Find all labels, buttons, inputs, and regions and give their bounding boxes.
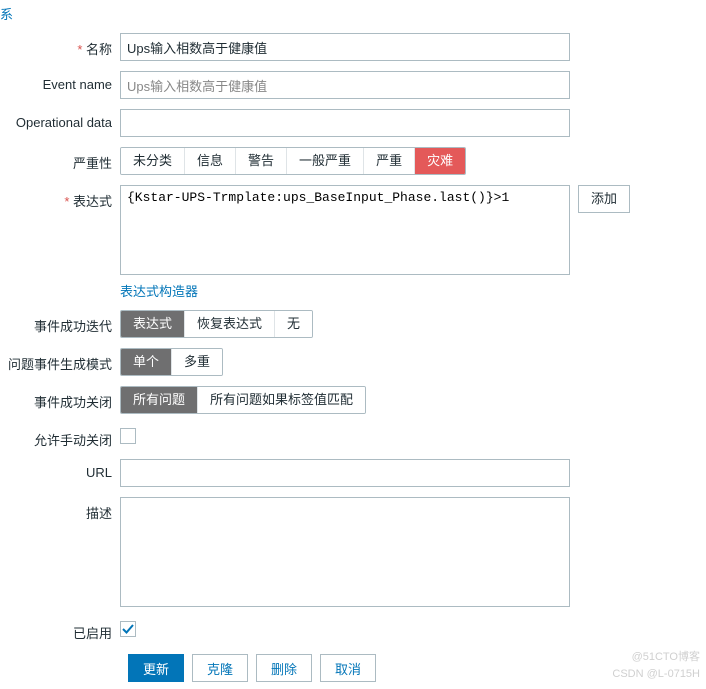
severity-high[interactable]: 严重 [364, 148, 415, 174]
severity-unclassified[interactable]: 未分类 [121, 148, 185, 174]
label-event-name: Event name [0, 71, 120, 92]
label-enabled: 已启用 [0, 617, 120, 642]
label-event-ok-iter: 事件成功迭代 [0, 310, 120, 335]
cancel-button[interactable]: 取消 [320, 654, 376, 682]
description-textarea[interactable] [120, 497, 570, 607]
severity-info[interactable]: 信息 [185, 148, 236, 174]
name-input[interactable] [120, 33, 570, 61]
problem-gen-single[interactable]: 单个 [121, 349, 172, 375]
watermark-2: CSDN @L-0715H [612, 668, 700, 680]
problem-gen-group: 单个 多重 [120, 348, 223, 376]
event-ok-iter-none[interactable]: 无 [275, 311, 312, 337]
event-ok-close-tagmatch[interactable]: 所有问题如果标签值匹配 [198, 387, 365, 413]
label-problem-gen: 问题事件生成模式 [0, 348, 120, 373]
event-name-input[interactable] [120, 71, 570, 99]
event-ok-iter-expression[interactable]: 表达式 [121, 311, 185, 337]
label-expression: 表达式 [0, 185, 120, 210]
label-event-ok-close: 事件成功关闭 [0, 386, 120, 411]
event-ok-close-all[interactable]: 所有问题 [121, 387, 198, 413]
clone-button[interactable]: 克隆 [192, 654, 248, 682]
problem-gen-multiple[interactable]: 多重 [172, 349, 222, 375]
delete-button[interactable]: 删除 [256, 654, 312, 682]
manual-close-checkbox[interactable] [120, 428, 136, 444]
url-input[interactable] [120, 459, 570, 487]
severity-warning[interactable]: 警告 [236, 148, 287, 174]
expression-add-button[interactable]: 添加 [578, 185, 630, 213]
event-ok-iter-recovery[interactable]: 恢复表达式 [185, 311, 275, 337]
label-severity: 严重性 [0, 147, 120, 172]
expression-textarea[interactable]: {Kstar-UPS-Trmplate:ups_BaseInput_Phase.… [120, 185, 570, 275]
enabled-checkbox[interactable] [120, 621, 136, 637]
top-relation-link[interactable]: 系 [0, 0, 706, 33]
event-ok-iter-group: 表达式 恢复表达式 无 [120, 310, 313, 338]
event-ok-close-group: 所有问题 所有问题如果标签值匹配 [120, 386, 366, 414]
label-manual-close: 允许手动关闭 [0, 424, 120, 449]
label-name: 名称 [0, 33, 120, 58]
label-description: 描述 [0, 497, 120, 522]
update-button[interactable]: 更新 [128, 654, 184, 682]
severity-disaster[interactable]: 灾难 [415, 148, 465, 174]
severity-average[interactable]: 一般严重 [287, 148, 364, 174]
expression-builder-link[interactable]: 表达式构造器 [120, 281, 198, 300]
severity-group: 未分类 信息 警告 一般严重 严重 灾难 [120, 147, 466, 175]
watermark-1: @51CTO博客 [632, 648, 700, 664]
label-operational-data: Operational data [0, 109, 120, 130]
operational-data-input[interactable] [120, 109, 570, 137]
label-url: URL [0, 459, 120, 480]
